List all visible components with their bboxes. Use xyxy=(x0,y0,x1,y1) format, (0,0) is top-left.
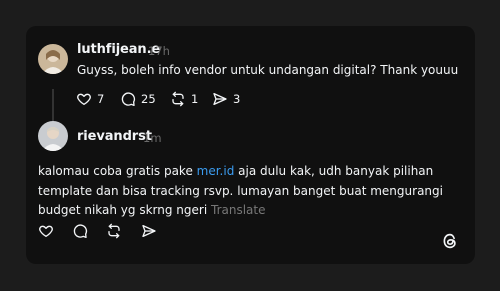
heart-icon xyxy=(76,91,92,107)
reply-link[interactable]: mer.id xyxy=(197,164,235,178)
share-count: 3 xyxy=(233,92,241,106)
heart-icon xyxy=(38,224,54,243)
like-button[interactable]: 7 xyxy=(76,90,104,108)
thread-card: luthfijean.e 17h Guyss, boleh info vendo… xyxy=(26,26,475,264)
avatar-luthfijean[interactable] xyxy=(38,44,68,74)
reply-comment-button[interactable] xyxy=(72,223,88,243)
comment-button[interactable]: 25 xyxy=(120,90,156,108)
reply-time: 1m xyxy=(143,131,162,145)
avatar-rievandrst[interactable] xyxy=(38,121,68,151)
reply-text: kalomau coba gratis pake mer.id aja dulu… xyxy=(38,162,463,221)
post-time: 17h xyxy=(148,44,170,58)
share-button[interactable]: 3 xyxy=(212,90,240,108)
comment-icon xyxy=(120,91,136,107)
like-count: 7 xyxy=(97,92,105,106)
reply-like-button[interactable] xyxy=(38,223,54,243)
translate-link[interactable]: Translate xyxy=(211,203,266,217)
reply-share-button[interactable] xyxy=(141,223,157,243)
repost-icon xyxy=(106,223,122,243)
comment-icon xyxy=(72,224,88,243)
reply-text-before: kalomau coba gratis pake xyxy=(38,164,197,178)
comment-count: 25 xyxy=(141,92,156,106)
share-icon xyxy=(212,91,228,107)
repost-icon xyxy=(170,91,186,107)
reply-author[interactable]: rievandrst xyxy=(77,129,152,144)
repost-button[interactable]: 1 xyxy=(170,90,198,108)
post-text: Guyss, boleh info vendor untuk undangan … xyxy=(77,63,459,77)
reply-repost-button[interactable] xyxy=(106,223,122,243)
threads-logo-icon[interactable] xyxy=(441,232,459,254)
share-icon xyxy=(141,224,157,243)
repost-count: 1 xyxy=(191,92,199,106)
